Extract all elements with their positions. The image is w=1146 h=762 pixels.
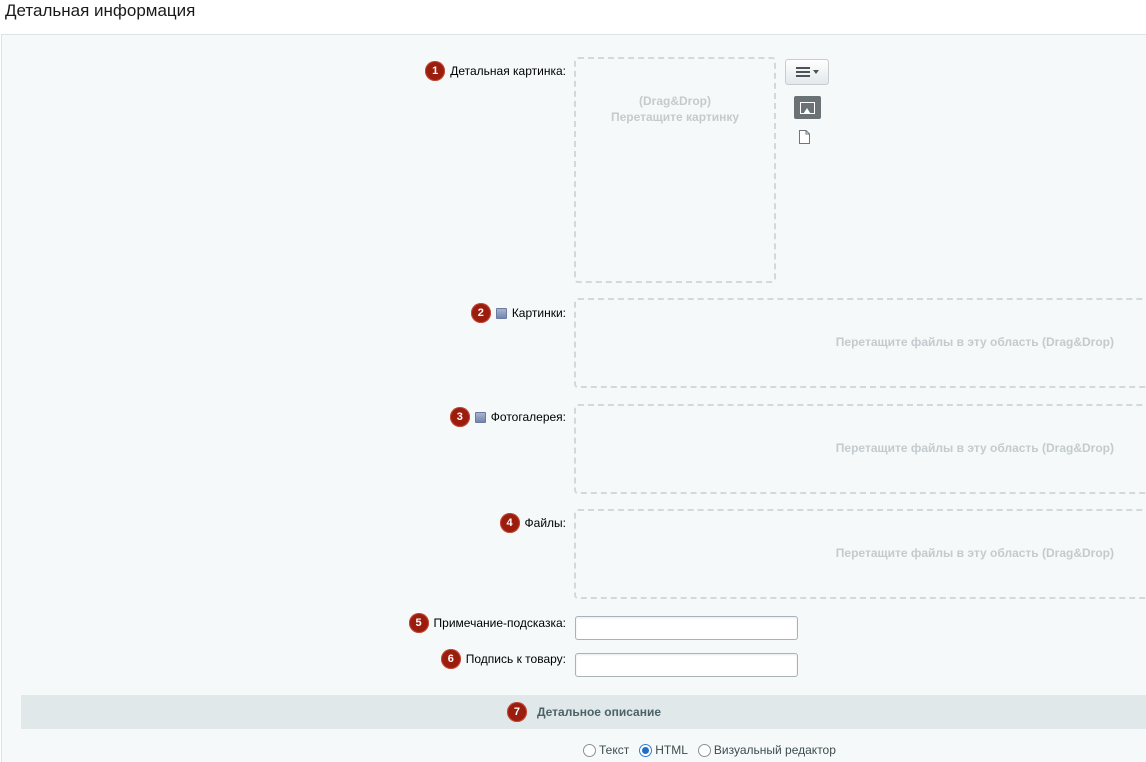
step-badge: 1 <box>425 61 446 81</box>
step-badge: 2 <box>470 303 491 323</box>
product-caption-input[interactable] <box>575 653 798 677</box>
photogallery-dropzone[interactable]: Перетащите файлы в эту область (Drag&Dro… <box>574 404 1146 494</box>
radio-visual[interactable] <box>697 743 711 757</box>
hint-note-label: 5 Примечание-подсказка: <box>408 613 566 633</box>
detail-description-section-header: 7 Детальное описание <box>21 695 1146 729</box>
pictures-dropzone[interactable]: Перетащите файлы в эту область (Drag&Dro… <box>574 298 1146 388</box>
menu-dropdown-button[interactable] <box>785 59 829 85</box>
detail-info-panel: 1 Детальная картинка: (Drag&Drop) Перета… <box>1 34 1146 762</box>
dropzone-hint-line1: (Drag&Drop) <box>639 94 711 108</box>
chevron-down-icon <box>812 70 819 74</box>
editor-mode-visual[interactable]: Визуальный редактор <box>697 743 836 757</box>
dropzone-hint: Перетащите файлы в эту область (Drag&Dro… <box>835 546 1114 560</box>
dropzone-hint: Перетащите файлы в эту область (Drag&Dro… <box>835 441 1114 455</box>
editor-mode-visual-label[interactable]: Визуальный редактор <box>714 743 836 757</box>
photogallery-label-text: Фотогалерея: <box>490 410 566 424</box>
editor-mode-text[interactable]: Текст <box>583 743 629 757</box>
section-title: Детальное описание <box>536 705 662 719</box>
pictures-label-text: Картинки: <box>511 306 566 320</box>
detail-picture-label: 1 Детальная картинка: <box>425 61 566 81</box>
step-badge: 6 <box>440 649 461 669</box>
dropzone-hint-line2: Перетащите картинку <box>610 110 740 124</box>
detail-picture-dropzone[interactable]: (Drag&Drop) Перетащите картинку <box>574 57 776 283</box>
files-label-text: Файлы: <box>524 516 566 530</box>
hint-note-label-text: Примечание-подсказка: <box>433 616 566 630</box>
product-caption-label: 6 Подпись к товару: <box>440 649 566 669</box>
product-caption-label-text: Подпись к товару: <box>465 652 566 666</box>
step-badge: 5 <box>408 613 429 633</box>
pictures-label: 2 Картинки: <box>470 303 566 323</box>
editor-mode-html-label[interactable]: HTML <box>655 743 688 757</box>
help-icon[interactable] <box>474 411 486 423</box>
step-badge: 3 <box>449 407 470 427</box>
help-icon[interactable] <box>495 307 507 319</box>
editor-mode-text-label[interactable]: Текст <box>599 743 629 757</box>
editor-mode-html[interactable]: HTML <box>639 743 688 757</box>
radio-html[interactable] <box>639 743 653 757</box>
radio-text[interactable] <box>583 743 596 757</box>
editor-mode-selector: Текст HTML Визуальный редактор <box>583 743 846 757</box>
photogallery-label: 3 Фотогалерея: <box>449 407 566 427</box>
hint-note-input[interactable] <box>575 616 798 640</box>
step-badge: 4 <box>499 513 520 533</box>
page-title: Детальная информация <box>5 1 196 20</box>
file-icon[interactable] <box>799 130 810 144</box>
step-badge: 7 <box>506 702 527 722</box>
menu-icon <box>795 67 810 77</box>
detail-picture-label-text: Детальная картинка: <box>450 64 566 78</box>
files-label: 4 Файлы: <box>499 513 566 533</box>
image-icon[interactable] <box>794 96 821 119</box>
dropzone-hint: Перетащите файлы в эту область (Drag&Dro… <box>835 335 1114 349</box>
files-dropzone[interactable]: Перетащите файлы в эту область (Drag&Dro… <box>574 509 1146 599</box>
